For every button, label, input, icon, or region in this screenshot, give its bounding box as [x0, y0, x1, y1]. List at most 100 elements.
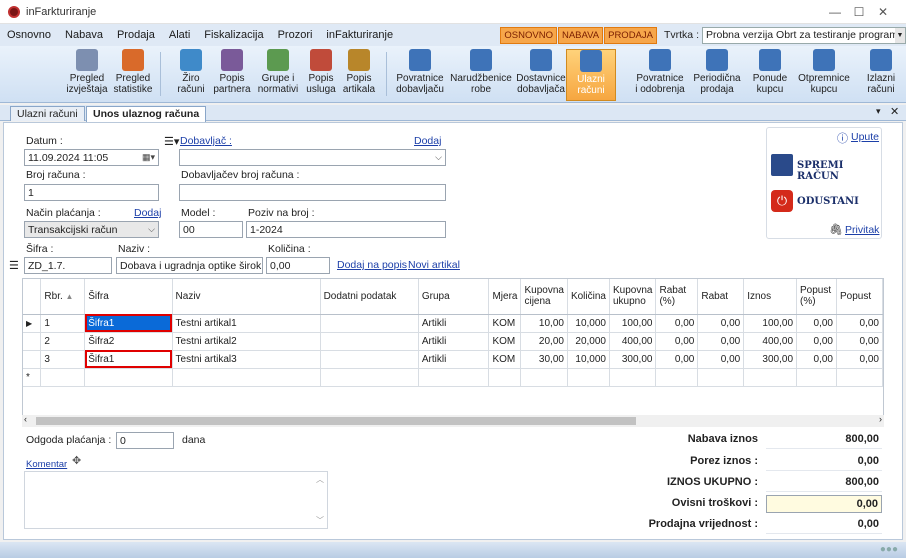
dobavljac-link[interactable]: Dobavljač : — [180, 135, 232, 147]
ribbon-button-returns[interactable]: Povratnice i odobrenja — [632, 49, 688, 101]
column-header[interactable]: Popust (%) — [796, 279, 837, 315]
grid-cell[interactable]: 20,00 — [520, 332, 568, 351]
ribbon-button-articles[interactable]: Popis artikala — [340, 49, 378, 101]
grid-cell[interactable]: 3 — [40, 350, 86, 369]
grid-cell[interactable]: 0,00 — [796, 350, 837, 369]
grid-cell[interactable]: 400,00 — [609, 332, 657, 351]
nacin-placanja-select[interactable]: Transakcijski račun ⌵ — [24, 221, 159, 238]
grid-cell[interactable]: 0,00 — [697, 332, 745, 351]
komentar-link[interactable]: Komentar — [26, 459, 67, 470]
grid-cell[interactable]: Šifra2 — [84, 332, 173, 351]
menu-infakturiranje[interactable]: inFakturiranje — [319, 29, 400, 41]
grid-cell[interactable] — [320, 350, 419, 369]
column-header[interactable]: Dodatni podatak — [320, 279, 419, 315]
ribbon-button-statistics[interactable]: Pregled statistike — [110, 49, 156, 101]
grid-cell[interactable]: 20,000 — [567, 332, 610, 351]
grid-cell[interactable]: 10,000 — [567, 314, 610, 333]
module-prodaja[interactable]: PRODAJA — [604, 26, 657, 44]
grid-cell[interactable]: 2 — [40, 332, 86, 351]
menu-alati[interactable]: Alati — [162, 29, 197, 41]
scroll-up-icon[interactable]: ︿ — [316, 474, 324, 485]
column-header[interactable]: Rabat — [697, 279, 745, 315]
grid-cell[interactable]: Artikli — [418, 350, 490, 369]
naziv-field[interactable]: Dobava i ugradnja optike širok. 210 — [116, 257, 263, 274]
ribbon-button-partners[interactable]: Popis partnera — [211, 49, 253, 101]
ribbon-button-periodic-sales[interactable]: Periodična prodaja — [689, 49, 745, 101]
row-indicator[interactable] — [23, 332, 42, 351]
grid-cell[interactable] — [40, 368, 86, 387]
list-options-icon[interactable]: ☰▾ — [164, 135, 179, 148]
dobavljac-select[interactable]: ⌵ — [179, 149, 446, 166]
column-header[interactable]: Grupa — [418, 279, 490, 315]
novi-artikal-link[interactable]: Novi artikal — [408, 259, 460, 271]
menu-osnovno[interactable]: Osnovno — [0, 29, 58, 41]
module-nabava[interactable]: NABAVA — [557, 26, 604, 44]
grid-cell[interactable]: 10,00 — [520, 314, 568, 333]
table-row[interactable]: ▶ 1 Šifra1 Testni artikal1 Artikli KOM 10,00 10… — [23, 314, 883, 333]
tab-close-icon[interactable]: ✕ — [890, 105, 899, 118]
column-header[interactable]: Popust — [836, 279, 883, 315]
move-icon[interactable]: ✥ — [72, 454, 81, 467]
column-header[interactable]: Količina — [567, 279, 610, 315]
grid-cell[interactable]: 0,00 — [655, 314, 699, 333]
odgoda-placanja-field[interactable]: 0 — [116, 432, 174, 449]
grid-cell[interactable] — [567, 368, 610, 387]
calendar-icon[interactable]: ▦▾ — [142, 150, 155, 164]
menu-prozori[interactable]: Prozori — [271, 29, 320, 41]
ribbon-button-report[interactable]: Pregled izvještaja — [64, 49, 110, 101]
ribbon-button-incoming-invoice[interactable]: Ulazni računi — [566, 49, 616, 101]
odustani-button[interactable]: ⏻ ODUSTANI — [771, 190, 877, 214]
row-indicator[interactable] — [23, 350, 42, 369]
ribbon-button-purchase-order[interactable]: Narudžbenice robe — [449, 49, 513, 101]
tab-unos-ulaznog-racuna[interactable]: Unos ulaznog računa — [86, 106, 207, 122]
new-row[interactable]: * — [23, 368, 883, 387]
dobavljacev-broj-field[interactable] — [179, 184, 446, 201]
grid-cell[interactable]: 0,00 — [697, 314, 745, 333]
grid-cell[interactable]: Testni artikal1 — [172, 314, 321, 333]
grid-cell[interactable]: Šifra1 — [84, 350, 173, 369]
grid-cell[interactable]: Šifra1 — [84, 314, 173, 333]
broj-racuna-field[interactable]: 1 — [24, 184, 159, 201]
grid-cell[interactable]: 0,00 — [697, 350, 745, 369]
ovisni-troskovi-field[interactable]: 0,00 — [766, 495, 882, 513]
grid-cell[interactable]: 0,00 — [796, 314, 837, 333]
grid-cell[interactable]: 300,00 — [743, 350, 798, 369]
grid-cell[interactable]: Artikli — [418, 332, 490, 351]
column-header[interactable]: Rabat (%) — [655, 279, 699, 315]
column-header[interactable]: Kupovna cijena — [520, 279, 568, 315]
model-field[interactable]: 00 — [179, 221, 243, 238]
table-row[interactable]: 3 Šifra1 Testni artikal3 Artikli KOM 30,00 10,… — [23, 350, 883, 369]
grid-cell[interactable]: 300,00 — [609, 350, 657, 369]
grid-cell[interactable]: 0,00 — [836, 350, 883, 369]
grid-cell[interactable] — [320, 332, 419, 351]
ribbon-button-services[interactable]: Popis usluga — [303, 49, 339, 101]
grid-cell[interactable]: 0,00 — [655, 332, 699, 351]
grid-cell[interactable] — [796, 368, 837, 387]
grid-cell[interactable]: 0,00 — [655, 350, 699, 369]
table-row[interactable]: 2 Šifra2 Testni artikal2 Artikli KOM 20,00 20,… — [23, 332, 883, 351]
dodaj-dobavljac-link[interactable]: Dodaj — [414, 135, 441, 147]
dodaj-na-popis-link[interactable]: Dodaj na popis — [337, 259, 407, 271]
grid-cell[interactable] — [520, 368, 568, 387]
datum-field[interactable]: 11.09.2024 11:05 ▦▾ — [24, 149, 159, 166]
grid-cell[interactable]: 100,00 — [743, 314, 798, 333]
privitak-link[interactable]: Privitak — [845, 224, 879, 236]
column-header[interactable]: Šifra — [84, 279, 173, 315]
grid-cell[interactable]: 0,00 — [836, 332, 883, 351]
ribbon-button-delivery-note[interactable]: Dostavnice dobavljača — [515, 49, 567, 101]
komentar-textarea[interactable]: ︿ ﹀ — [24, 471, 328, 529]
ribbon-button-outgoing-invoice[interactable]: Izlazni računi — [862, 49, 900, 101]
scroll-right-icon[interactable]: › — [879, 414, 882, 424]
menu-prodaja[interactable]: Prodaja — [110, 29, 162, 41]
grid-cell[interactable]: Testni artikal3 — [172, 350, 321, 369]
grid-cell[interactable]: KOM — [488, 350, 522, 369]
grid-cell[interactable] — [488, 368, 522, 387]
grid-cell[interactable] — [320, 368, 419, 387]
column-header[interactable]: Kupovna ukupno — [609, 279, 657, 315]
grid-cell[interactable]: 100,00 — [609, 314, 657, 333]
upute-link[interactable]: Upute — [851, 131, 879, 143]
ribbon-button-offer[interactable]: Ponude kupcu — [747, 49, 793, 101]
grid-cell[interactable] — [655, 368, 699, 387]
sifra-field[interactable]: ZD_1.7. — [24, 257, 112, 274]
tab-dropdown-icon[interactable]: ▾ — [876, 106, 881, 117]
